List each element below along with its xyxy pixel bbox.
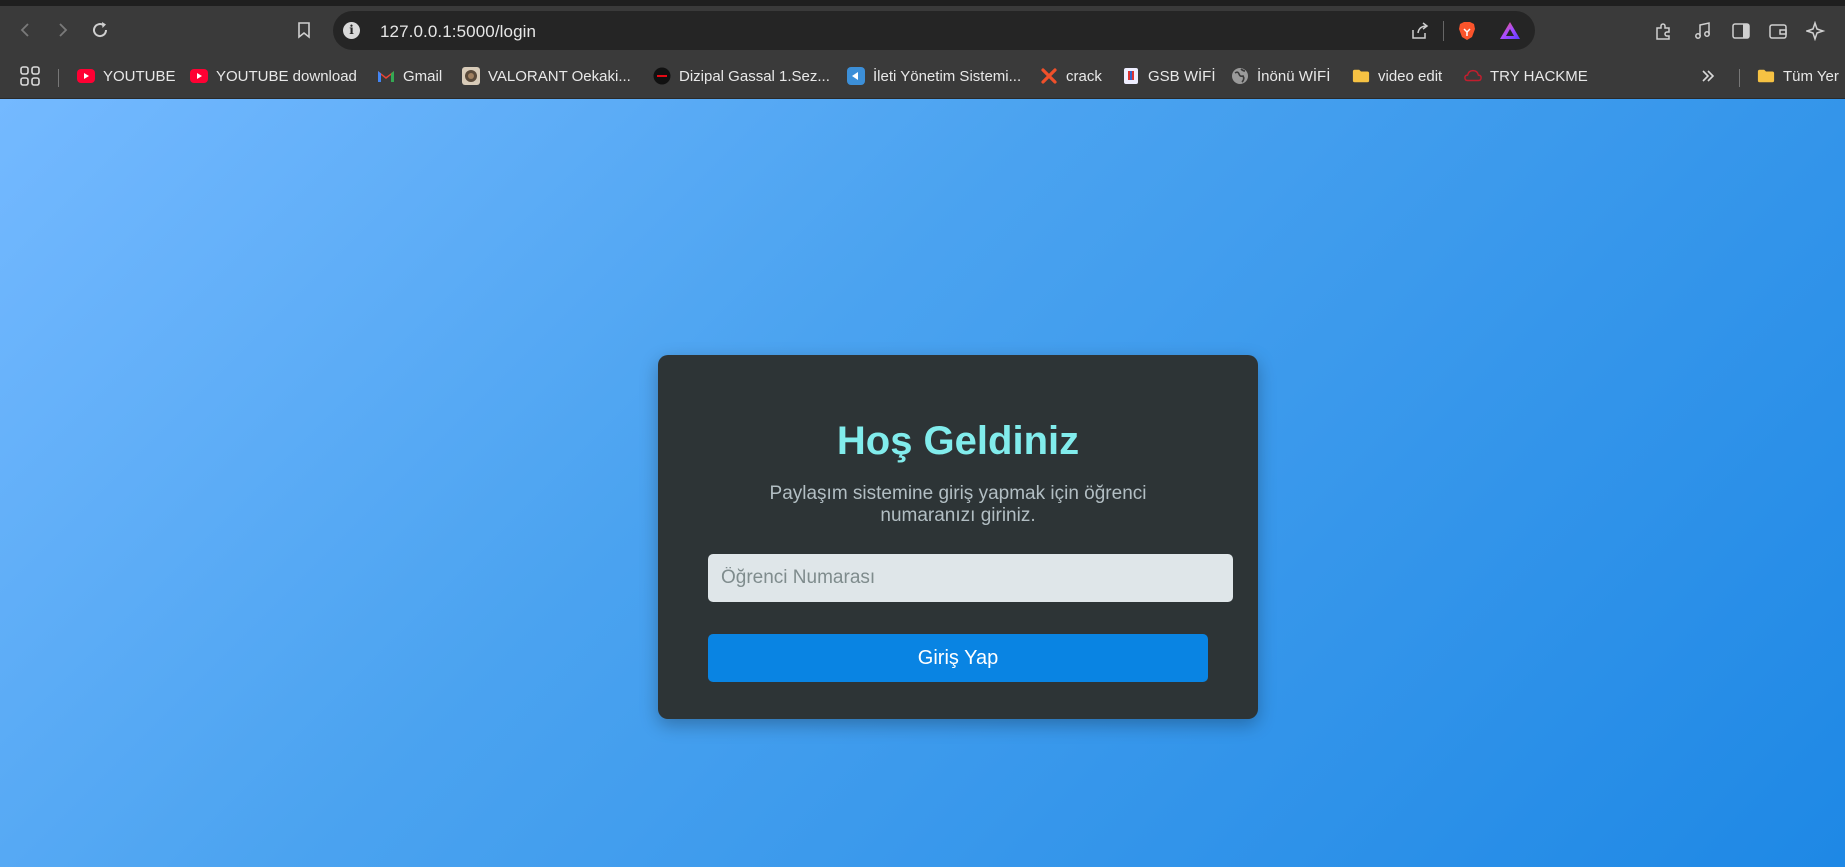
bookmark-label: İnönü WİFİ	[1257, 67, 1331, 85]
bookmark-label: crack	[1066, 67, 1102, 85]
ileti-icon	[847, 67, 865, 85]
extensions-button[interactable]	[1653, 20, 1675, 42]
apps-grid-icon	[20, 66, 40, 86]
bookmark-label: Tüm Yer	[1783, 67, 1839, 85]
sidebar-icon	[1732, 23, 1750, 39]
bookmark-label: video edit	[1378, 67, 1443, 85]
bookmark-icon	[298, 22, 310, 39]
bookmark-gmail[interactable]: Gmail	[377, 64, 442, 88]
bookmark-label: VALORANT Oekaki...	[488, 67, 631, 85]
arrow-right-icon	[59, 23, 68, 37]
gmail-icon	[377, 67, 395, 85]
dizipal-icon	[653, 67, 671, 85]
login-card: Hoş Geldiniz Paylaşım sistemine giriş ya…	[658, 355, 1258, 719]
bookmark-label: Gmail	[403, 67, 443, 85]
login-instructions: Paylaşım sistemine giriş yapmak için öğr…	[769, 483, 1147, 526]
bookmark-crack[interactable]: crack	[1040, 64, 1102, 88]
chevron-double-right-icon	[1702, 70, 1715, 82]
bookmark-valorant[interactable]: VALORANT Oekaki...	[462, 64, 631, 88]
brave-lion-icon	[1459, 22, 1475, 40]
wallet-icon	[1769, 24, 1787, 39]
tryhackme-icon	[1464, 67, 1482, 85]
bookmark-video-edit[interactable]: video edit	[1352, 64, 1442, 88]
bookmarks-divider	[58, 69, 59, 87]
crack-x-icon	[1040, 67, 1058, 85]
bookmark-label: YOUTUBE download	[216, 67, 357, 85]
youtube-icon	[77, 67, 95, 85]
gsb-icon	[1122, 67, 1140, 85]
student-number-input[interactable]	[708, 554, 1233, 602]
share-icon	[1412, 22, 1429, 39]
more-bookmarks-button[interactable]	[1700, 64, 1716, 88]
bookmark-label: Dizipal Gassal 1.Sez...	[679, 67, 830, 85]
site-info-icon[interactable]: i	[343, 22, 360, 39]
forward-button[interactable]	[50, 18, 74, 42]
login-button[interactable]: Giriş Yap	[708, 634, 1208, 682]
folder-icon	[1352, 67, 1370, 85]
brave-rewards-button[interactable]	[1499, 20, 1521, 42]
leo-ai-button[interactable]	[1805, 20, 1827, 42]
bookmark-inonu-wifi[interactable]: İnönü WİFİ	[1231, 64, 1330, 88]
bookmark-label: TRY HACKME	[1490, 67, 1588, 85]
bookmarks-bar: YOUTUBE YOUTUBE download Gmail VALORANT …	[0, 54, 1845, 99]
folder-icon	[1757, 67, 1775, 85]
page-title: Hoş Geldiniz	[836, 419, 1080, 463]
wallet-button[interactable]	[1767, 20, 1789, 42]
bookmark-gsb-wifi[interactable]: GSB WİFİ	[1122, 64, 1216, 88]
login-page: Hoş Geldiniz Paylaşım sistemine giriş ya…	[0, 99, 1845, 867]
browser-toolbar: i 127.0.0.1:5000/login	[0, 6, 1845, 54]
apps-button[interactable]	[19, 64, 41, 88]
media-controls-button[interactable]	[1692, 20, 1714, 42]
sparkle-icon	[1806, 21, 1826, 41]
valorant-icon	[462, 67, 480, 85]
bookmark-label: İleti Yönetim Sistemi...	[873, 67, 1022, 85]
puzzle-icon	[1656, 23, 1670, 40]
bookmarks-divider	[1739, 69, 1740, 87]
reload-icon	[93, 22, 108, 38]
back-button[interactable]	[14, 18, 38, 42]
brave-shields-button[interactable]	[1456, 20, 1478, 42]
sidebar-toggle-button[interactable]	[1730, 20, 1752, 42]
music-note-icon	[1695, 22, 1710, 39]
reload-button[interactable]	[88, 18, 112, 42]
bookmark-youtube[interactable]: YOUTUBE	[77, 64, 176, 88]
other-bookmarks-folder[interactable]: Tüm Yer	[1757, 64, 1839, 88]
bookmark-youtube-download[interactable]: YOUTUBE download	[190, 64, 357, 88]
bookmark-tryhackme[interactable]: TRY HACKME	[1464, 64, 1588, 88]
share-button[interactable]	[1409, 20, 1431, 42]
address-bar[interactable]: i 127.0.0.1:5000/login	[333, 11, 1535, 50]
rewards-triangle-icon	[1500, 22, 1520, 39]
omnibox-divider	[1443, 21, 1444, 41]
bookmark-ileti-yonetim[interactable]: İleti Yönetim Sistemi...	[847, 64, 1021, 88]
url-text[interactable]: 127.0.0.1:5000/login	[380, 22, 536, 42]
bookmark-label: YOUTUBE	[103, 67, 176, 85]
globe-icon	[1231, 67, 1249, 85]
arrow-left-icon	[20, 23, 29, 37]
bookmark-label: GSB WİFİ	[1148, 67, 1216, 85]
bookmark-page-button[interactable]	[292, 18, 316, 42]
youtube-icon	[190, 67, 208, 85]
bookmark-dizipal[interactable]: Dizipal Gassal 1.Sez...	[653, 64, 830, 88]
